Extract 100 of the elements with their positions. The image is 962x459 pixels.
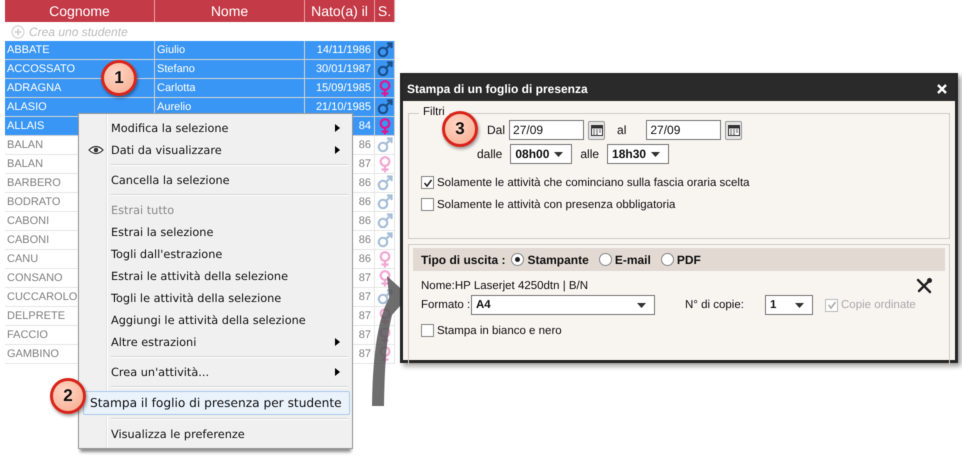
surname-text: BALAN — [7, 138, 44, 153]
surname-text: ADRAGNA — [7, 81, 62, 96]
surname-text: CABONI — [7, 214, 50, 229]
male-symbol-icon — [376, 175, 392, 191]
male-symbol-icon — [376, 42, 392, 58]
surname-text: CUCCAROLO — [7, 290, 78, 305]
column-header[interactable]: S. — [375, 0, 395, 22]
male-symbol-icon — [376, 213, 392, 229]
name-text: Aurelio — [157, 100, 192, 115]
checkbox-label[interactable]: Stampa in bianco e nero — [437, 324, 562, 336]
birth-date-text: 87 — [358, 157, 371, 172]
male-symbol-icon — [376, 194, 392, 210]
birth-date-text: 84 — [358, 119, 371, 134]
birth-date-text: 14/11/1986 — [316, 43, 371, 58]
add-icon — [11, 24, 25, 38]
menu-item[interactable]: Aggiungi le attività della selezione — [81, 309, 350, 331]
birth-date-text: 86 — [358, 138, 371, 153]
from-time-dropdown[interactable]: 08h00 — [510, 144, 572, 164]
name-text: Carlotta — [157, 81, 196, 96]
dropdown-caret-icon — [651, 152, 660, 156]
surname-text: ABBATE — [7, 43, 50, 58]
birth-date-text: 87 — [358, 328, 371, 343]
surname-text: CONSANO — [7, 271, 63, 286]
surname-text: BALAN — [7, 157, 44, 172]
checkbox[interactable] — [421, 176, 434, 189]
birth-date-text: 87 — [358, 290, 371, 305]
dropdown-caret-icon — [554, 152, 564, 156]
format-label: Formato : — [421, 299, 471, 311]
calendar-icon — [728, 124, 740, 136]
menu-item[interactable]: Togli dall'estrazione — [81, 243, 350, 265]
printer-name: Nome:HP Laserjet 4250dtn | B/N — [421, 280, 588, 292]
format-dropdown[interactable]: A4 — [471, 295, 655, 315]
female-symbol-icon — [378, 80, 392, 96]
checkbox-label[interactable]: Solamente le attività con presenza obbligatoria — [437, 198, 676, 210]
output-type-label: Tipo di uscita : — [421, 252, 506, 266]
birth-date-text: 86 — [358, 252, 371, 267]
to-time-dropdown[interactable]: 18h30 — [607, 144, 670, 164]
calendar-button[interactable] — [588, 120, 606, 140]
close-icon[interactable] — [937, 84, 947, 94]
to-time-label: alle — [580, 147, 600, 161]
female-symbol-icon — [378, 118, 392, 134]
radio-label[interactable]: Stampante — [527, 252, 589, 266]
surname-text: CANU — [7, 252, 38, 267]
menu-item[interactable]: Visualizza le preferenze — [81, 423, 350, 445]
checkbox[interactable] — [421, 324, 434, 337]
birth-date-text: 87 — [358, 271, 371, 286]
menu-item[interactable]: Togli le attività della selezione — [81, 287, 350, 309]
checkbox-label[interactable]: Solamente le attività che cominciano sulla fascia oraria scelta — [437, 176, 750, 188]
column-header[interactable]: Nome — [155, 0, 305, 22]
surname-text: ACCOSSATO — [7, 62, 76, 77]
birth-date-text: 15/09/1985 — [316, 81, 371, 96]
male-symbol-icon — [376, 137, 392, 153]
surname-text: GAMBINO — [7, 347, 59, 362]
menu-item[interactable]: Modifica la selezione — [81, 117, 350, 139]
surname-text: ALLAIS — [7, 119, 44, 134]
copies-label: N° di copie: — [685, 299, 745, 311]
from-date-field[interactable]: 27/09 — [509, 120, 584, 140]
dropdown-caret-icon — [795, 302, 804, 308]
birth-date-text: 87 — [358, 309, 371, 324]
birth-date-text: 21/10/1985 — [316, 100, 371, 115]
radio-button[interactable] — [598, 253, 612, 266]
menu-item[interactable]: Estrai le attività della selezione — [81, 265, 350, 287]
surname-text: FACCIO — [7, 328, 48, 343]
to-label: al — [617, 123, 626, 137]
surname-text: ALASIO — [7, 100, 47, 115]
tools-icon[interactable] — [915, 277, 933, 295]
surname-text: BODRATO — [7, 195, 60, 210]
from-label: Dal — [487, 123, 506, 137]
step-number-badge: 2 — [50, 378, 86, 414]
from-time-label: dalle — [477, 147, 502, 161]
birth-date-text: 30/01/1987 — [316, 62, 371, 77]
surname-text: BARBERO — [7, 176, 61, 191]
male-symbol-icon — [376, 61, 392, 77]
menu-item[interactable]: Stampa il foglio di presenza per studente — [83, 391, 350, 415]
female-symbol-icon — [378, 250, 392, 268]
birth-date-text: 86 — [358, 176, 371, 191]
radio-button[interactable] — [511, 253, 524, 266]
birth-date-text: 86 — [358, 195, 371, 210]
to-date-field[interactable]: 27/09 — [646, 120, 722, 140]
name-text: Giulio — [157, 43, 186, 58]
male-symbol-icon — [376, 232, 392, 248]
surname-text: CABONI — [7, 233, 50, 248]
female-symbol-icon — [378, 156, 392, 172]
copies-dropdown[interactable]: 1 — [765, 295, 813, 315]
eye-icon — [88, 145, 104, 155]
calendar-button[interactable] — [725, 120, 742, 140]
birth-date-text: 87 — [358, 347, 371, 362]
dropdown-caret-icon — [637, 302, 646, 308]
dialog-title: Stampa di un foglio di presenza — [407, 82, 588, 96]
male-symbol-icon — [376, 99, 392, 115]
female-symbol-icon — [378, 270, 392, 286]
column-header[interactable]: Nato(a) il — [305, 0, 375, 22]
column-header[interactable]: Cognome — [5, 0, 155, 22]
radio-label[interactable]: E-mail — [614, 252, 651, 266]
radio-label[interactable]: PDF — [676, 252, 701, 266]
calendar-icon — [590, 124, 603, 136]
name-text: Stefano — [157, 62, 195, 77]
radio-button[interactable] — [660, 253, 674, 266]
checkbox[interactable] — [421, 198, 434, 211]
surname-text: DELPRETE — [7, 309, 66, 324]
